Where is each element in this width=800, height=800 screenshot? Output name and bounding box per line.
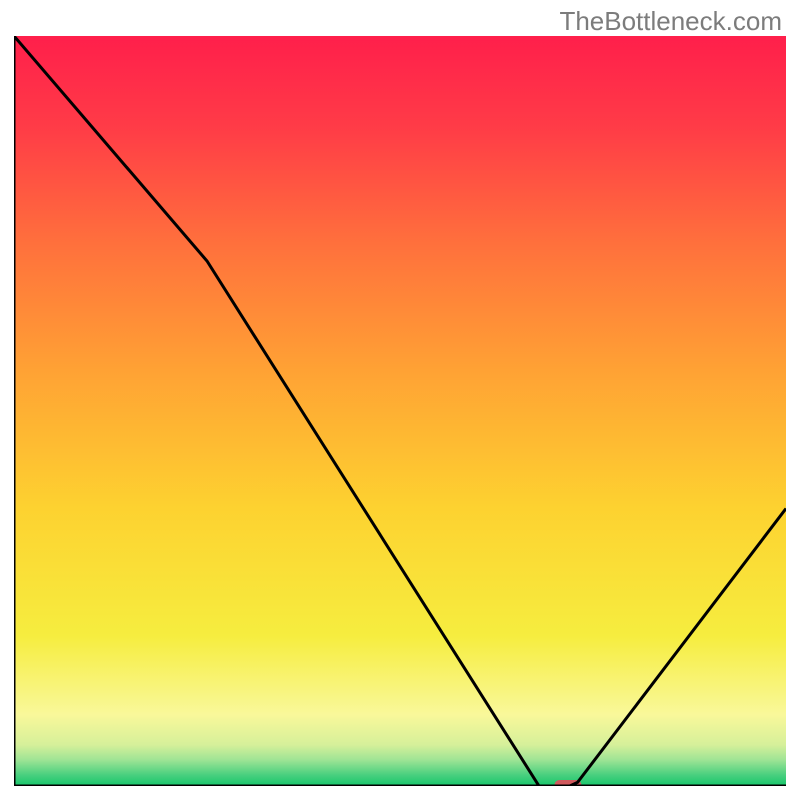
watermark-text: TheBottleneck.com (559, 6, 782, 37)
chart-background (14, 36, 786, 786)
bottleneck-chart (14, 36, 786, 786)
